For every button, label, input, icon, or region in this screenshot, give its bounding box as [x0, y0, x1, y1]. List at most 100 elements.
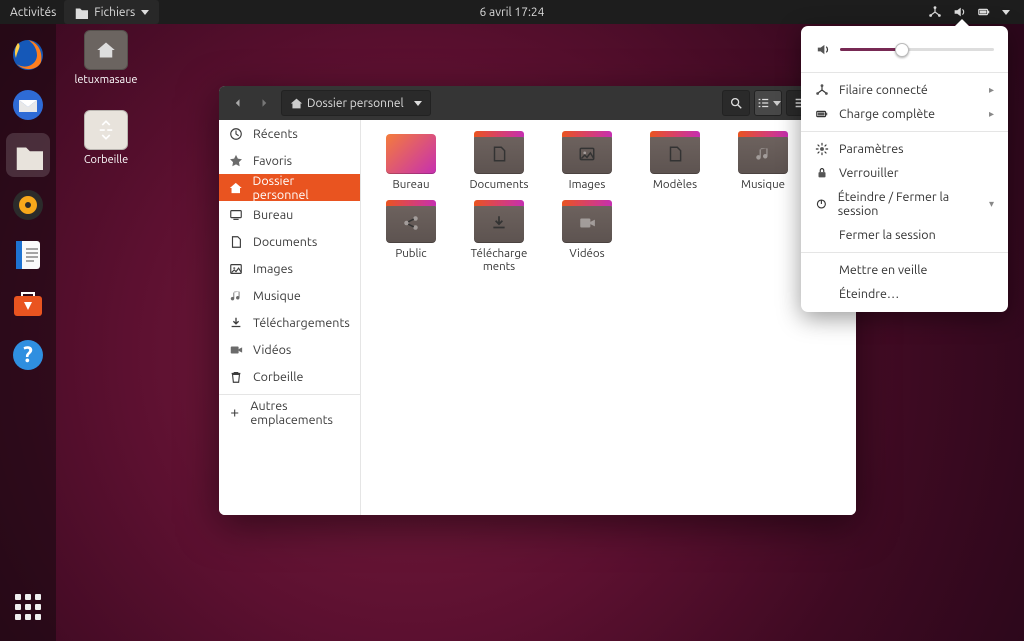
sidebar-item-desktop[interactable]: Bureau — [219, 201, 360, 228]
folder-icon — [738, 134, 788, 174]
view-list-button[interactable] — [754, 90, 782, 116]
folder-music[interactable]: Musique — [731, 134, 795, 191]
folder-template[interactable]: Modèles — [643, 134, 707, 191]
dock-help[interactable]: ? — [6, 333, 50, 377]
sidebar-item-video[interactable]: Vidéos — [219, 336, 360, 363]
sidebar-item-plus[interactable]: Autres emplacements — [219, 399, 360, 426]
folder-label: Documents — [467, 178, 531, 191]
clock[interactable]: 6 avril 17:24 — [480, 6, 545, 19]
desktop-home-folder[interactable]: letuxmasaue — [66, 30, 146, 86]
sidebar-item-home[interactable]: Dossier personnel — [219, 174, 360, 201]
dock-software[interactable] — [6, 283, 50, 327]
path-label: Dossier personnel — [307, 97, 404, 110]
music-icon — [229, 289, 243, 303]
sidebar-item-label: Favoris — [253, 154, 292, 168]
sidebar-item-image[interactable]: Images — [219, 255, 360, 282]
menu-suspend[interactable]: Mettre en veille — [801, 258, 1008, 282]
lock-icon — [815, 166, 829, 180]
folder-share[interactable]: Public — [379, 203, 443, 273]
menu-lock[interactable]: Verrouiller — [801, 161, 1008, 185]
sidebar-item-star[interactable]: Favoris — [219, 147, 360, 174]
star-icon — [229, 154, 243, 168]
files-window: Dossier personnel Récents Favoris Dossier … — [219, 86, 856, 515]
dock-writer[interactable] — [6, 233, 50, 277]
folder-icon — [386, 203, 436, 243]
folder-label: Télécharge ments — [467, 247, 531, 273]
menu-power[interactable]: Éteindre / Fermer la session ▾ — [801, 185, 1008, 223]
sidebar-item-music[interactable]: Musique — [219, 282, 360, 309]
menu-shutdown[interactable]: Éteindre… — [801, 282, 1008, 306]
folder-icon — [474, 134, 524, 174]
menu-settings-label: Paramètres — [839, 142, 904, 156]
sidebar-item-clock[interactable]: Récents — [219, 120, 360, 147]
sidebar-item-doc[interactable]: Documents — [219, 228, 360, 255]
chevron-right-icon: ▸ — [989, 84, 994, 96]
pathbar[interactable]: Dossier personnel — [281, 90, 431, 116]
folder-label: Musique — [731, 178, 795, 191]
volume-slider[interactable] — [840, 48, 994, 51]
network-icon — [815, 83, 829, 97]
dock: ? — [0, 24, 56, 641]
menu-network-label: Filaire connecté — [839, 83, 928, 97]
system-status-area[interactable] — [928, 5, 1024, 19]
system-menu: Filaire connecté ▸ Charge complète ▸ Par… — [801, 26, 1008, 312]
app-menu[interactable]: Fichiers — [64, 0, 159, 24]
folder-icon — [474, 203, 524, 243]
folder-icon — [562, 203, 612, 243]
desktop-trash[interactable]: Corbeille — [66, 110, 146, 166]
plus-icon — [229, 406, 240, 420]
search-icon — [729, 96, 743, 110]
folder-doc[interactable]: Documents — [467, 134, 531, 191]
folder-desk[interactable]: Bureau — [379, 134, 443, 191]
sidebar-item-label: Documents — [253, 235, 317, 249]
sidebar: Récents Favoris Dossier personnel Bureau Doc… — [219, 120, 361, 515]
forward-button[interactable] — [251, 90, 277, 116]
activities-button[interactable]: Activités — [10, 6, 56, 19]
chevron-right-icon: ▸ — [989, 108, 994, 120]
menu-power-label: Éteindre / Fermer la session — [838, 190, 979, 218]
menu-battery-label: Charge complète — [839, 107, 935, 121]
dock-firefox[interactable] — [6, 33, 50, 77]
menu-logout[interactable]: Fermer la session — [801, 223, 1008, 247]
list-icon — [756, 96, 770, 110]
dock-thunderbird[interactable] — [6, 83, 50, 127]
sidebar-item-trash[interactable]: Corbeille — [219, 363, 360, 390]
chevron-down-icon — [1002, 10, 1010, 15]
folder-icon — [650, 134, 700, 174]
video-icon — [229, 343, 243, 357]
sidebar-item-label: Bureau — [253, 208, 293, 222]
battery-icon — [976, 5, 992, 19]
chevron-down-icon: ▾ — [989, 198, 994, 210]
chevron-down-icon — [414, 101, 422, 106]
search-button[interactable] — [722, 90, 750, 116]
folder-icon — [562, 134, 612, 174]
dock-files[interactable] — [6, 133, 50, 177]
download-icon — [229, 316, 243, 330]
network-icon — [928, 5, 942, 19]
menu-network[interactable]: Filaire connecté ▸ — [801, 78, 1008, 102]
sidebar-item-label: Images — [253, 262, 293, 276]
folder-label: Modèles — [643, 178, 707, 191]
volume-icon — [815, 42, 830, 57]
sidebar-item-label: Musique — [253, 289, 301, 303]
doc-icon — [229, 235, 243, 249]
volume-row — [801, 32, 1008, 67]
power-icon — [815, 197, 828, 211]
folder-video[interactable]: Vidéos — [555, 203, 619, 273]
sidebar-item-label: Téléchargements — [253, 316, 350, 330]
dock-rhythmbox[interactable] — [6, 183, 50, 227]
clock-icon — [229, 127, 243, 141]
chevron-down-icon — [141, 10, 149, 15]
back-button[interactable] — [225, 90, 251, 116]
menu-settings[interactable]: Paramètres — [801, 137, 1008, 161]
menu-lock-label: Verrouiller — [839, 166, 899, 180]
app-menu-label: Fichiers — [94, 6, 135, 19]
folder-download[interactable]: Télécharge ments — [467, 203, 531, 273]
window-titlebar[interactable]: Dossier personnel — [219, 86, 856, 120]
show-applications[interactable] — [6, 585, 50, 629]
sidebar-item-download[interactable]: Téléchargements — [219, 309, 360, 336]
menu-battery[interactable]: Charge complète ▸ — [801, 102, 1008, 126]
desktop-trash-label: Corbeille — [66, 154, 146, 166]
recycle-icon — [96, 120, 116, 140]
folder-image[interactable]: Images — [555, 134, 619, 191]
